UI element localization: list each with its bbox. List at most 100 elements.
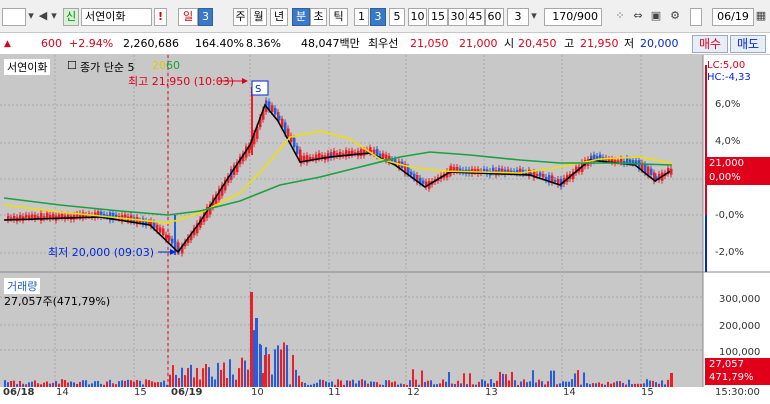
volume-bar [187,368,189,387]
interval-5[interactable]: 5 [389,8,405,26]
volume-bar [655,382,657,387]
volume-bar [586,383,588,387]
candle [650,168,653,176]
zoom-icon[interactable]: ⇔ [630,8,646,26]
candle [456,166,459,172]
volume-bar [79,381,81,387]
sell-button[interactable]: 매도 [730,35,766,53]
volume-bar [264,355,267,387]
scatter-icon[interactable]: ⁘ [612,8,628,26]
interval-30[interactable]: 30 [448,8,467,26]
volume-bar [475,384,477,387]
volume-bar [205,364,207,387]
stock-name-field[interactable]: 서연이화 [81,8,152,26]
volume-bar [64,380,66,387]
interval-3[interactable]: 3 [370,8,386,26]
best-bid: 21,000 [459,37,498,50]
interval-1[interactable]: 1 [354,8,369,26]
tab-second[interactable]: 초 [310,8,327,26]
volume-bar [523,379,525,387]
save-icon[interactable]: ▣ [648,8,664,26]
best-ask: 21,050 [410,37,449,50]
volume-bar [376,382,378,387]
volume-bar [550,370,552,387]
volume-bar [367,383,369,387]
volume-bar [196,367,198,387]
volume-bar [286,345,288,387]
volume-bar [82,380,84,387]
candle [156,224,159,231]
volume-bar [325,381,327,387]
calendar-icon[interactable]: ▦ [755,8,767,26]
date-field[interactable]: 06/19 [712,8,754,26]
volume-bar [4,380,6,387]
volume-bar [37,383,39,387]
candle [153,222,156,228]
volume-bar [226,377,228,387]
volume-bar [247,369,249,387]
interval-select[interactable]: 3 [507,8,529,26]
candle [539,172,542,177]
low-label: 저 [624,37,635,50]
volume-bar [352,379,354,387]
volume-bar [193,377,195,387]
period-type-tag[interactable]: 일 [178,8,198,26]
tab-tick[interactable]: 틱 [329,8,348,26]
volume-bar [541,381,543,387]
candle [620,158,623,163]
volume-bar [574,373,576,387]
volume-bar [433,384,435,387]
volume-value: 27,057주(471,79%) [4,295,111,308]
x-tick: 10 [251,387,264,398]
volume-bar [199,379,201,387]
volume-bar [304,382,306,387]
checkbox-icon[interactable]: ☐ [67,59,77,72]
tab-year[interactable]: 년 [270,8,288,26]
candle [483,168,486,172]
code-input[interactable] [2,8,26,26]
tab-week[interactable]: 주 [233,8,248,26]
checkbox[interactable] [690,8,702,26]
volume-bar [283,342,285,387]
volume-bar [250,292,253,387]
speaker-icon[interactable]: ◀ [36,8,50,26]
series-label: 종가 단순 5 [80,61,135,74]
volume-bar [625,384,627,387]
low-annotation: 최저 20,000 (09:03) [48,246,155,259]
volume-bar [289,384,291,387]
tab-minute[interactable]: 분 [292,8,310,26]
volume-bar [463,373,465,387]
x-tick: 14 [563,387,576,398]
dropdown-arrow-icon[interactable]: ▾ [49,8,59,26]
count-field[interactable]: 170/900 [544,8,602,26]
volume-bar [394,381,396,387]
tab-month[interactable]: 월 [250,8,267,26]
volume-bar [106,381,108,387]
market-flag[interactable]: ! [154,8,167,26]
volume-bar [370,381,372,387]
signal-icon: S [255,84,261,95]
volume-bar [307,384,309,387]
dropdown-arrow-icon[interactable]: ▾ [529,8,539,26]
volume-bar [316,382,318,387]
volume-bar [529,381,531,387]
volume-bar [583,372,585,387]
dropdown-arrow-icon[interactable]: ▾ [27,8,35,26]
candle [360,148,363,156]
interval-10[interactable]: 10 [408,8,427,26]
volume-tick: 200,000 [719,321,761,332]
buy-button[interactable]: 매수 [692,35,728,53]
volume-bar [355,383,357,387]
volume-bar [91,383,93,387]
volume-bar [619,381,621,387]
interval-15[interactable]: 15 [428,8,448,26]
interval-60[interactable]: 60 [485,8,504,26]
volume-bar [190,364,192,387]
volume-bar [442,379,444,387]
interval-45[interactable]: 45 [466,8,485,26]
gear-icon[interactable]: ⚙ [667,8,683,26]
price-chart[interactable]: S [0,55,770,404]
period-num[interactable]: 3 [198,8,213,26]
candle [410,171,413,176]
volume-bar [322,379,324,387]
